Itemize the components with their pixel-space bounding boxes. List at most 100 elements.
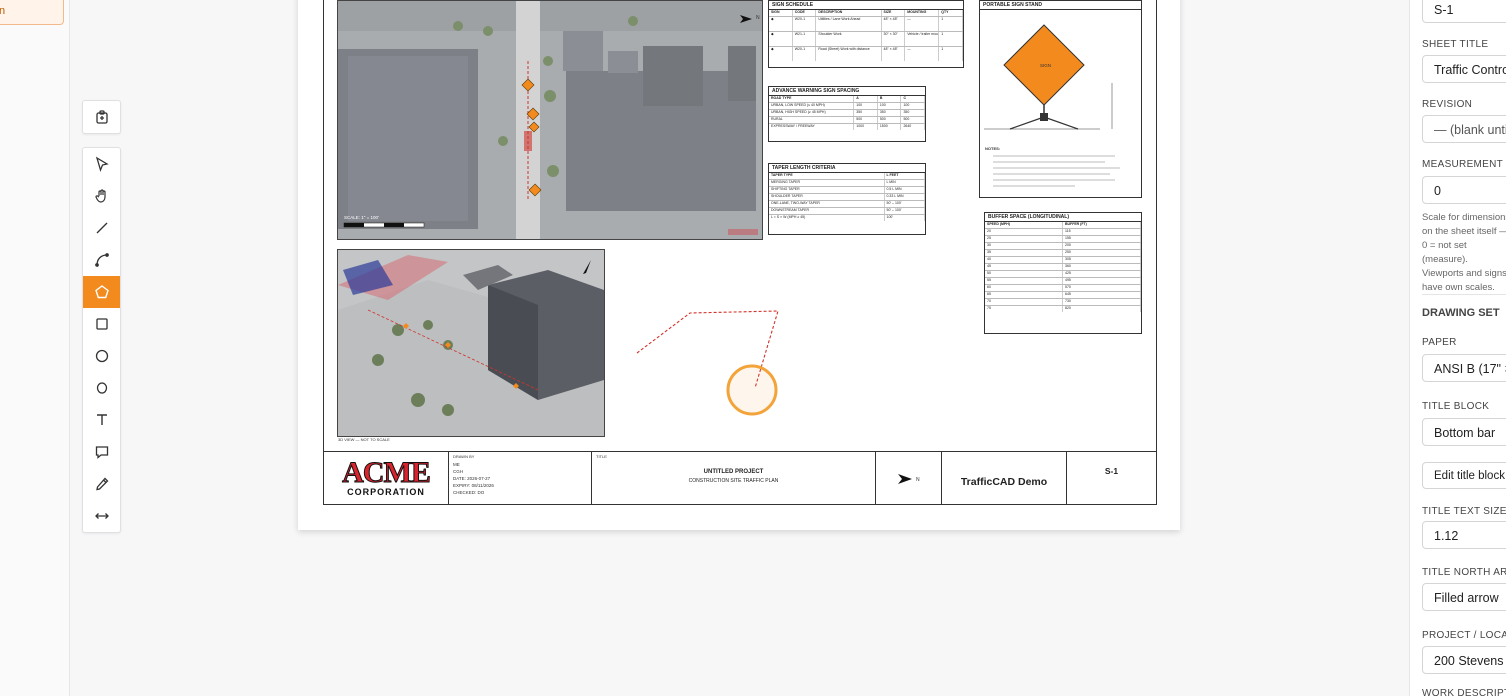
- sheet-title-field[interactable]: Traffic Control Plan: [1422, 55, 1506, 83]
- tool-polygon[interactable]: [83, 276, 120, 308]
- td: 305: [1063, 257, 1141, 263]
- td: 70: [985, 299, 1063, 305]
- project-location-field[interactable]: 200 Stevens St: [1422, 646, 1506, 674]
- td: Road (Street) Work with distance: [816, 47, 882, 61]
- td: 35: [985, 250, 1063, 256]
- left-chip[interactable]: n: [0, 0, 64, 25]
- td: 48" × 48": [882, 17, 906, 31]
- sign-notes-label: NOTES:: [985, 146, 1001, 151]
- 3d-map-viewport[interactable]: [337, 249, 605, 437]
- notes-lines: [993, 155, 1120, 187]
- tool-dimension[interactable]: [83, 500, 120, 532]
- table-row: 20 115: [985, 229, 1141, 236]
- td: MERGING TAPER: [769, 180, 885, 186]
- table-row: 25 155: [985, 236, 1141, 243]
- tool-circle[interactable]: [83, 340, 120, 372]
- table-row: 75 820: [985, 306, 1141, 312]
- title-north-select[interactable]: Filled arrow: [1422, 583, 1506, 611]
- project-title: UNTITLED PROJECT: [703, 469, 764, 475]
- td: 75: [985, 306, 1063, 312]
- left-sidebar: n: [0, 0, 70, 696]
- td: 1500: [878, 124, 902, 130]
- td: 20: [985, 229, 1063, 235]
- th: BUFFER (FT): [1063, 222, 1141, 228]
- table-row: SPEED (MPH) BUFFER (FT): [985, 222, 1141, 229]
- table-row: ◆ W20-1 Utilities / Lane Work Ahead 48" × 4…: [769, 17, 963, 32]
- rectangle-tool-icon: [95, 318, 108, 330]
- tool-clipboard[interactable]: [83, 101, 120, 133]
- tool-text[interactable]: [83, 404, 120, 436]
- td: 500: [878, 117, 902, 123]
- dimension-tool-icon: [94, 513, 109, 519]
- title-block-select[interactable]: Bottom bar: [1422, 418, 1506, 446]
- sheet-number-field[interactable]: S-1: [1422, 0, 1506, 23]
- td: Shoulder Work: [816, 32, 882, 46]
- polygon-in-progress[interactable]: [620, 300, 800, 420]
- portable-sign-stand-detail: PORTABLE SIGN STAND SIGN NOTES:: [979, 0, 1142, 198]
- measurement-label: MEASUREMENT SCALE: [1422, 159, 1506, 170]
- tool-arc[interactable]: [83, 244, 120, 276]
- tool-ellipse[interactable]: [83, 372, 120, 404]
- project-subtitle: CONSTRUCTION SITE TRAFFIC PLAN: [688, 478, 779, 484]
- table-row: TAPER TYPE L FEET: [769, 173, 925, 180]
- edit-title-block-button[interactable]: Edit title block: [1422, 462, 1506, 489]
- aerial-map-drawing: [338, 1, 762, 239]
- title-block[interactable]: ACME CORPORATION DRAWN BY ME CGH DATE: 2…: [323, 451, 1157, 505]
- td: 40: [985, 257, 1063, 263]
- buffer-space-title: BUFFER SPACE (LONGITUDINAL): [985, 213, 1141, 222]
- td: 570: [1063, 285, 1141, 291]
- td: W21-1: [793, 32, 817, 46]
- table-row: 50 425: [985, 271, 1141, 278]
- td: 350: [878, 110, 902, 116]
- polygon-tool-icon: [94, 285, 109, 299]
- map-north-label: N: [756, 15, 760, 21]
- table-row: 35 250: [985, 250, 1141, 257]
- sheet-number-cell: S-1: [1067, 452, 1156, 504]
- table-row: EXPRESSWAY / FREEWAY 1000 1500 2640: [769, 124, 926, 130]
- table-row: 30 200: [985, 243, 1141, 250]
- td: SHOULDER TAPER: [769, 194, 885, 200]
- aerial-map-viewport[interactable]: SCALE: 1" = 100' N: [337, 0, 763, 240]
- td: 1: [939, 47, 963, 61]
- arc-tool-icon: [94, 253, 109, 267]
- td: 645: [1063, 292, 1141, 298]
- th: B: [878, 96, 902, 102]
- td: 2640: [901, 124, 926, 130]
- td: 48" × 48": [882, 47, 906, 61]
- td: 500: [901, 117, 926, 123]
- table-row: URBAN, HIGH SPEED (≥ 45 MPH) 350 350 350: [769, 110, 926, 117]
- table-row: 70 730: [985, 299, 1141, 306]
- table-row: 55 495: [985, 278, 1141, 285]
- tool-pencil[interactable]: [83, 468, 120, 500]
- text-tool-icon: [96, 414, 107, 425]
- tool-callout[interactable]: [83, 436, 120, 468]
- title-text-size-field[interactable]: 1.12: [1422, 521, 1506, 549]
- sign-face-text: SIGN: [1040, 63, 1052, 68]
- circle-tool-icon: [95, 349, 108, 363]
- table-row: 45 360: [985, 264, 1141, 271]
- td: W20-1: [793, 47, 817, 61]
- toolbar-top: [82, 100, 121, 134]
- table-row: ONE-LANE, TWO-WAY TAPER 50' – 100': [769, 201, 925, 208]
- tool-pan[interactable]: [83, 180, 120, 212]
- th: QTY: [939, 10, 963, 16]
- th: MOUNTING: [905, 10, 940, 16]
- acme-logo: ACME CORPORATION: [324, 452, 449, 504]
- title-block-label: TITLE BLOCK: [1422, 401, 1490, 412]
- work-description-label: WORK DESCRIPTION: [1422, 688, 1506, 696]
- td: 50' – 100': [885, 208, 925, 214]
- tool-rectangle[interactable]: [83, 308, 120, 340]
- measurement-field[interactable]: 0: [1422, 176, 1506, 204]
- td: L MIN: [885, 180, 925, 186]
- scale-note: Scale for dimensions on the sheet itself…: [1422, 212, 1506, 293]
- cursor-snap-indicator: [726, 364, 778, 416]
- left-chip-label: n: [0, 5, 6, 17]
- table-row: MERGING TAPER L MIN: [769, 180, 925, 187]
- revision-field[interactable]: — (blank until issued): [1422, 115, 1506, 143]
- paper-select[interactable]: ANSI B (17" × 11"): [1422, 354, 1506, 382]
- tool-select[interactable]: [83, 148, 120, 180]
- title-north-label: TITLE NORTH ARROW: [1422, 567, 1506, 578]
- tool-line[interactable]: [83, 212, 120, 244]
- th: ROAD TYPE: [769, 96, 855, 102]
- td: 350: [854, 110, 878, 116]
